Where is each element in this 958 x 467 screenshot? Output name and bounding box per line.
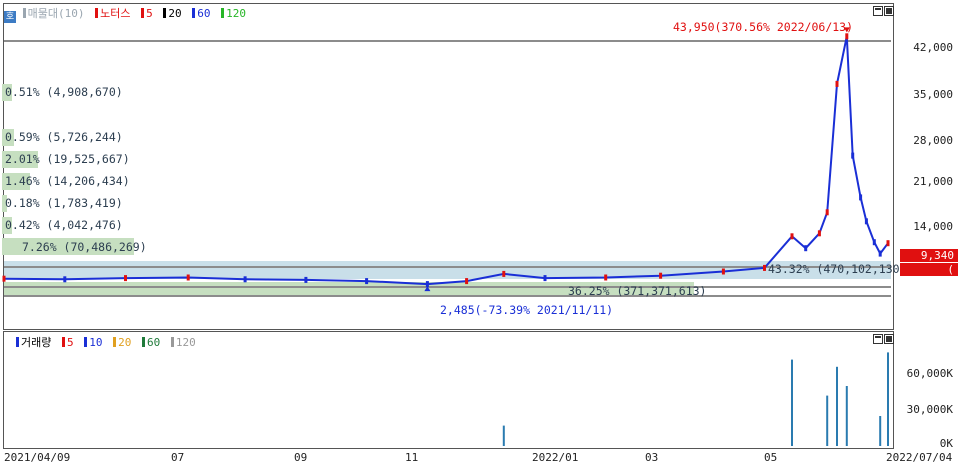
price-candle <box>243 276 247 283</box>
volume-y-tick: 30,000K <box>906 403 953 416</box>
price-candle <box>543 275 547 282</box>
price-candle <box>502 270 506 277</box>
price-candle <box>851 152 855 159</box>
price-candle <box>845 33 849 40</box>
price-candle <box>186 274 190 281</box>
price-candle <box>872 239 876 246</box>
volume-bar <box>826 395 829 446</box>
volume-y-tick: 60,000K <box>906 367 953 380</box>
x-tick: 2022/07/04 <box>886 451 953 464</box>
volume-bar <box>502 425 505 446</box>
price-y-tick: 14,000 <box>913 220 953 233</box>
high-price-annotation: 43,950(370.56% 2022/06/13) <box>673 20 854 34</box>
price-y-tick: 21,000 <box>913 175 953 188</box>
price-candle <box>835 80 839 87</box>
price-candle <box>878 250 882 257</box>
x-tick: 09 <box>294 451 308 464</box>
low-price-annotation: 2,485(-73.39% 2021/11/11) <box>440 303 614 317</box>
volume-bar <box>887 352 889 446</box>
price-series-line <box>3 36 889 286</box>
x-tick: 11 <box>405 451 419 464</box>
price-candle <box>465 278 469 285</box>
legend-item-vma5[interactable]: 5 <box>62 336 74 349</box>
price-candle <box>864 218 868 225</box>
current-price: 9,340 <box>900 249 958 262</box>
x-tick: 2022/01 <box>532 451 579 464</box>
price-candle <box>721 268 725 275</box>
price-candle <box>2 275 6 282</box>
price-candle <box>804 245 808 252</box>
price-candle <box>763 264 766 271</box>
price-candle <box>365 278 369 285</box>
volume-bar <box>879 416 882 446</box>
price-candle <box>790 233 794 240</box>
legend-item-vma60[interactable]: 60 <box>142 336 160 349</box>
price-y-tick: 42,000 <box>913 41 953 54</box>
volume-bar <box>836 366 838 446</box>
current-change: ( 29.90%) <box>900 263 958 289</box>
legend-item-vma20[interactable]: 20 <box>113 336 131 349</box>
price-candle <box>859 194 863 201</box>
price-y-tick: 28,000 <box>913 134 953 147</box>
low-marker-icon <box>424 286 431 292</box>
x-tick: 03 <box>645 451 659 464</box>
volume-bar <box>791 359 793 446</box>
price-candle <box>886 240 890 247</box>
price-candle <box>63 276 67 283</box>
x-tick: 05 <box>764 451 778 464</box>
price-y-tick: 35,000 <box>913 88 953 101</box>
x-tick: 2021/04/09 <box>4 451 71 464</box>
legend-item-volume[interactable]: 거래량 <box>16 334 51 350</box>
price-candle <box>817 230 821 237</box>
price-candle <box>825 209 829 216</box>
price-candle <box>304 276 308 283</box>
x-tick: 07 <box>171 451 185 464</box>
price-candle <box>124 275 127 282</box>
price-chart <box>2 27 890 446</box>
volume-legend: 거래량 5 10 20 60 120 <box>16 334 200 350</box>
price-candle <box>604 274 608 281</box>
price-candle <box>659 272 663 279</box>
volume-bar <box>845 386 848 446</box>
legend-item-vma120[interactable]: 120 <box>170 336 196 349</box>
volume-y-tick: 0K <box>939 437 953 450</box>
legend-item-vma10[interactable]: 10 <box>84 336 103 349</box>
